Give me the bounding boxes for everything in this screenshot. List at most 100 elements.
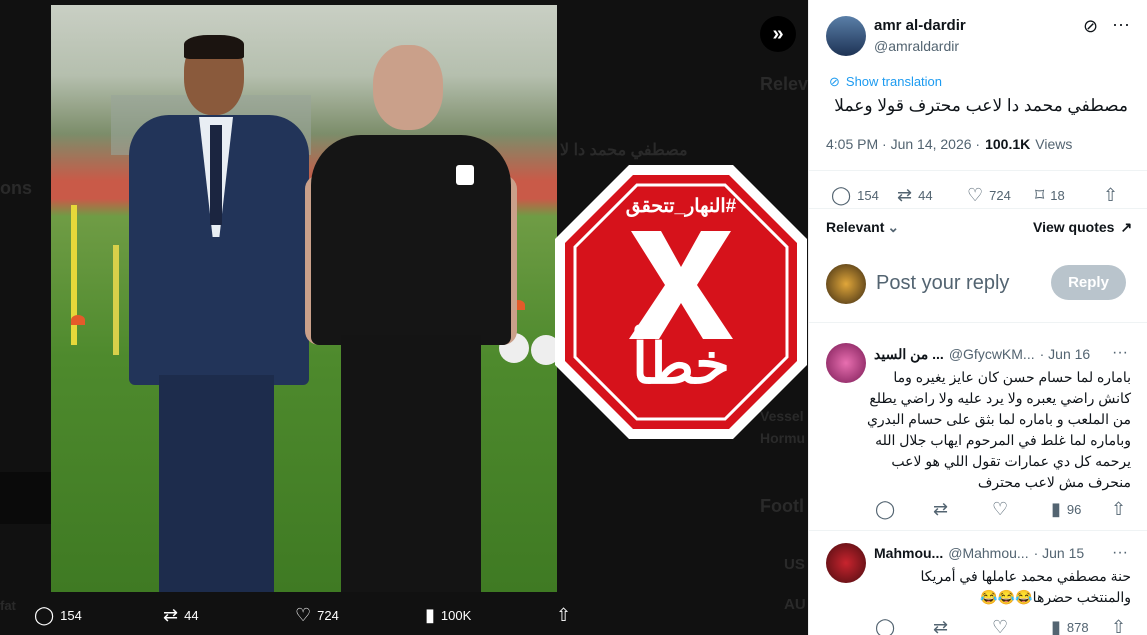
reply-views-action[interactable]: ▮ 96 — [1051, 499, 1081, 520]
tweet-bookmark-action[interactable]: ⌑ 18 — [1035, 185, 1065, 206]
reply-avatar[interactable] — [826, 343, 866, 383]
reply-views-count: 96 — [1066, 502, 1082, 517]
ghost-text-relevant: Relev — [760, 74, 808, 94]
tweet-timestamp[interactable]: 4:05 PM · Jun 14, 2026 · — [826, 136, 980, 152]
tweet-repost-action[interactable]: ⇄ 44 — [897, 185, 933, 206]
more-icon[interactable]: ··· — [1112, 544, 1128, 562]
bar-chart-icon: ▮ — [1051, 617, 1061, 635]
share-icon: ⇧ — [556, 605, 572, 625]
show-translation-link[interactable]: ⊘ Show translation — [829, 74, 942, 90]
show-translation-label: Show translation — [845, 74, 943, 89]
share-icon: ⇧ — [1111, 499, 1127, 519]
author-handle[interactable]: @amraldardir — [874, 38, 959, 54]
reply-date[interactable]: · Jun 15 — [1034, 545, 1085, 561]
reply-author-name[interactable]: من السيد ... — [874, 346, 944, 363]
heart-icon: ♡ — [992, 617, 1009, 635]
tweet-detail-panel: amr al-dardir @amraldardir ⊘ ··· ⊘ Show t… — [808, 0, 1147, 635]
reply-header: من السيد ... @GfycwKM... · Jun 16 — [874, 346, 1090, 363]
reply-author-handle[interactable]: @Mahmou... — [948, 545, 1028, 561]
ghost-text-tweet: مصطفي محمد دا لا — [560, 142, 688, 159]
reply-share-action[interactable]: ⇧ — [1111, 499, 1126, 520]
ghost-text-ons: ons — [0, 178, 33, 198]
arrow-icon: ↗ — [1120, 219, 1133, 235]
reply-views-action[interactable]: ▮ 878 — [1051, 617, 1089, 635]
repost-icon: ⇄ — [897, 185, 913, 205]
media-viewer: Relev مصطفي محمد دا لا ons Vessel Hormu … — [0, 0, 808, 635]
bar-chart-icon: ▮ — [425, 605, 435, 625]
double-chevron-right-icon[interactable]: » — [760, 16, 796, 52]
heart-icon: ♡ — [295, 605, 312, 625]
fact-check-stop-sign: #النهار_تتحقق خطأ — [553, 163, 808, 441]
tweet-reply-action[interactable]: ◯ 154 — [831, 185, 879, 206]
reply-text: باماره لما حسام حسن كان عايز يغيره وما ك… — [866, 369, 1131, 490]
repost-icon: ⇄ — [163, 605, 179, 625]
like-action[interactable]: ♡ 724 — [295, 596, 339, 635]
more-icon[interactable]: ··· — [1112, 344, 1128, 362]
fact-check-verdict: خطأ — [632, 332, 730, 395]
reply-icon: ◯ — [34, 605, 55, 625]
tweet-like-count: 724 — [989, 188, 1011, 203]
tweet-share-action[interactable]: ⇧ — [1103, 185, 1118, 206]
share-action[interactable]: ⇧ — [556, 596, 571, 635]
tweet-text: مصطفي محمد دا لاعب محترف قولا وعملا — [834, 96, 1128, 115]
tweet-photo[interactable] — [51, 5, 557, 592]
reply-header: Mahmou... @Mahmou... · Jun 15 — [874, 545, 1084, 561]
reply-icon: ◯ — [875, 617, 896, 635]
reply-button[interactable]: Reply — [1051, 265, 1126, 300]
heart-icon: ♡ — [992, 499, 1009, 519]
tweet-repost-count: 44 — [918, 188, 933, 203]
reply-views-count: 878 — [1066, 620, 1089, 635]
tweet-views-label: Views — [1035, 136, 1073, 152]
bar-chart-icon: ▮ — [1051, 499, 1061, 519]
views-action[interactable]: ▮ 100K — [425, 596, 471, 635]
person-in-suit — [129, 35, 309, 592]
training-pole — [113, 245, 119, 355]
repost-icon: ⇄ — [933, 499, 949, 519]
ghost-text-foot: Footl — [760, 496, 804, 516]
tweet-like-action[interactable]: ♡ 724 — [967, 185, 1011, 206]
reply-repost-action[interactable]: ⇄ — [933, 499, 948, 520]
more-icon[interactable]: ··· — [1112, 14, 1130, 35]
current-user-avatar[interactable] — [826, 264, 866, 304]
tweet-bookmark-count: 18 — [1050, 188, 1065, 203]
share-icon: ⇧ — [1103, 185, 1119, 205]
reply-icon: ◯ — [831, 185, 852, 205]
reply-share-action[interactable]: ⇧ — [1111, 617, 1126, 635]
reply-avatar[interactable] — [826, 543, 866, 583]
reply-icon: ◯ — [875, 499, 896, 519]
reply-count: 154 — [60, 608, 82, 623]
ghost-text-us: US — [784, 556, 805, 573]
repost-icon: ⇄ — [933, 617, 949, 635]
reply-repost-action[interactable]: ⇄ — [933, 617, 948, 635]
tweet-reply-count: 154 — [857, 188, 879, 203]
like-count: 724 — [317, 608, 339, 623]
reply-author-name[interactable]: Mahmou... — [874, 545, 943, 561]
reply-input[interactable]: Post your reply — [876, 272, 1009, 295]
heart-icon: ♡ — [967, 185, 984, 205]
ghost-box — [0, 472, 51, 524]
bookmark-icon: ⌑ — [1035, 185, 1045, 205]
fact-check-hashtag: #النهار_تتحقق — [625, 196, 737, 217]
person-in-tracksuit — [305, 45, 517, 592]
reply-date[interactable]: · Jun 16 — [1040, 346, 1091, 363]
grok-icon[interactable]: ⊘ — [1083, 16, 1098, 37]
reply-author-handle[interactable]: @GfycwKM... — [949, 346, 1035, 363]
reply-text: حنة مصطفي محمد عاملها في أمريكا والمنتخب… — [920, 568, 1131, 605]
view-quotes-link[interactable]: View quotes ↗ — [1033, 219, 1132, 236]
share-icon: ⇧ — [1111, 617, 1127, 635]
author-name[interactable]: amr al-dardir — [874, 17, 966, 34]
reply-sort-dropdown[interactable]: Relevant ⌄ — [826, 219, 899, 236]
chevron-down-icon: ⌄ — [887, 219, 900, 235]
reply-action[interactable]: ◯ 154 — [34, 596, 82, 635]
reply-like-action[interactable]: ♡ — [992, 617, 1008, 635]
reply-reply-action[interactable]: ◯ — [875, 617, 895, 635]
author-avatar[interactable] — [826, 16, 866, 56]
reply-reply-action[interactable]: ◯ — [875, 499, 895, 520]
repost-action[interactable]: ⇄ 44 — [163, 596, 199, 635]
tweet-meta: 4:05 PM · Jun 14, 2026 · 100.1K Views — [826, 136, 1072, 152]
translate-icon: ⊘ — [829, 74, 840, 89]
repost-count: 44 — [184, 608, 199, 623]
tweet-views-count: 100.1K — [985, 136, 1031, 152]
reply-like-action[interactable]: ♡ — [992, 499, 1008, 520]
view-quotes-label: View quotes — [1033, 219, 1115, 235]
